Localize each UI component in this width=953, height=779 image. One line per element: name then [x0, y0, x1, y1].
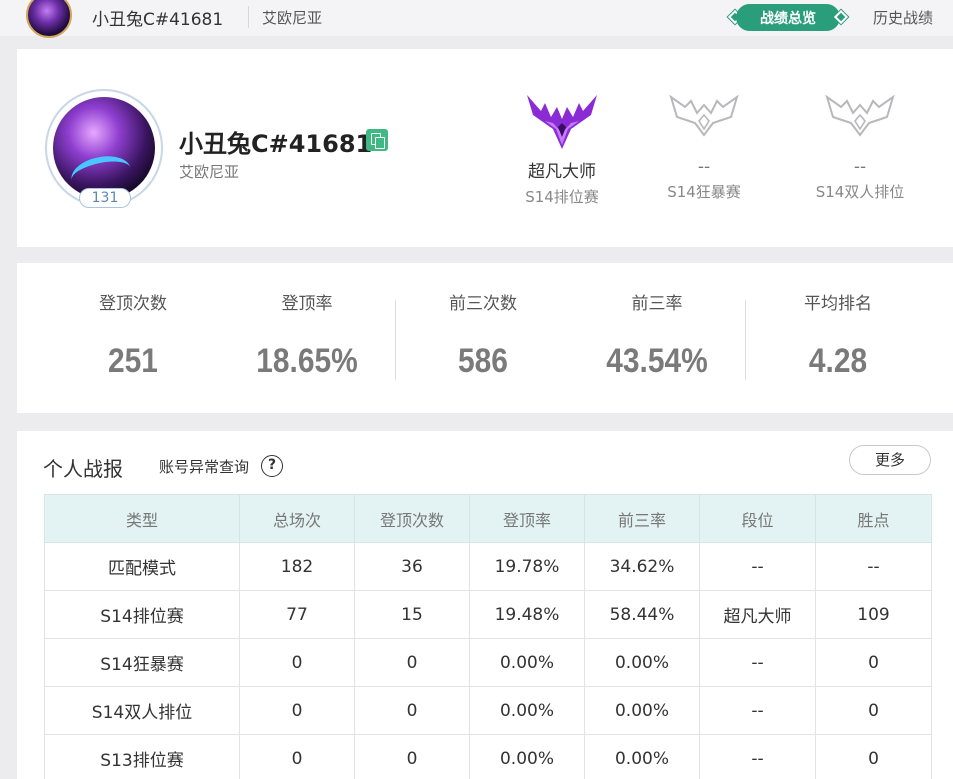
top-region: 艾欧尼亚	[262, 9, 323, 27]
table-cell: 77	[239, 590, 355, 639]
table-row: S13排位赛 0 0 0.00% 0.00% -- 0	[44, 734, 932, 779]
table-cell: --	[699, 686, 816, 735]
report-title: 个人战报	[43, 457, 123, 481]
column-header: 类型	[44, 494, 240, 543]
unranked-wings-icon	[825, 94, 895, 137]
rank-tier: --	[697, 157, 711, 177]
stat-label: 平均排名	[804, 294, 872, 314]
stats-card: 登顶次数 251 登顶率 18.65% 前三次数 586 前三率 43.54% …	[17, 263, 953, 413]
table-cell: 34.62%	[584, 542, 700, 591]
table-header-row: 类型 总场次 登顶次数 登顶率 前三率 段位 胜点	[44, 494, 932, 543]
table-cell: 0	[239, 638, 355, 687]
column-header: 登顶率	[469, 494, 585, 543]
table-cell: 0.00%	[584, 638, 700, 687]
table-cell: --	[699, 542, 816, 591]
profile-card: 131 小丑兔C#41681 艾欧尼亚 超凡大师 S14排位赛 -- S14狂暴…	[17, 49, 953, 247]
rank-duo: -- S14双人排位	[795, 89, 925, 202]
stat-value: 586	[458, 342, 508, 380]
table-cell: 超凡大师	[699, 590, 816, 639]
table-row: 匹配模式 182 36 19.78% 34.62% -- --	[44, 542, 932, 591]
table-cell: --	[699, 734, 816, 779]
report-card: 个人战报 账号异常查询 ? 更多 类型 总场次 登顶次数 登顶率 前三率 段位 …	[17, 431, 953, 779]
table-cell: 0	[239, 734, 355, 779]
column-header: 段位	[699, 494, 816, 543]
table-cell: --	[699, 638, 816, 687]
table-row: S14双人排位 0 0 0.00% 0.00% -- 0	[44, 686, 932, 735]
table-cell: S14双人排位	[44, 686, 240, 735]
table-cell: 匹配模式	[44, 542, 240, 591]
master-wings-icon	[527, 95, 597, 149]
stat-top1-rate: 登顶率 18.65%	[227, 289, 387, 381]
table-cell: 0	[354, 686, 470, 735]
table-cell: 19.48%	[469, 590, 585, 639]
avatar[interactable]	[53, 97, 155, 199]
rank-mode: S14排位赛	[525, 188, 599, 206]
stat-avg-rank: 平均排名 4.28	[758, 289, 918, 381]
level-badge: 131	[79, 188, 131, 208]
table-row: S14狂暴赛 0 0 0.00% 0.00% -- 0	[44, 638, 932, 687]
divider	[395, 300, 396, 380]
table-cell: S13排位赛	[44, 734, 240, 779]
tab-history[interactable]: 历史战绩	[873, 7, 933, 28]
table-cell: 36	[354, 542, 470, 591]
stat-label: 前三次数	[449, 294, 517, 314]
table-cell: 0	[815, 734, 932, 779]
rank-arena: -- S14狂暴赛	[639, 89, 769, 202]
stat-value: 251	[108, 342, 158, 380]
tab-overview[interactable]: 战绩总览	[727, 4, 849, 31]
table-row: S14排位赛 77 15 19.48% 58.44% 超凡大师 109	[44, 590, 932, 639]
table-cell: 109	[815, 590, 932, 639]
column-header: 胜点	[815, 494, 932, 543]
column-header: 前三率	[584, 494, 700, 543]
stat-top1-count: 登顶次数 251	[53, 289, 213, 381]
table-cell: 15	[354, 590, 470, 639]
table-cell: 19.78%	[469, 542, 585, 591]
divider	[745, 300, 746, 380]
rank-ranked: 超凡大师 S14排位赛	[497, 89, 627, 207]
table-cell: 182	[239, 542, 355, 591]
stat-label: 登顶次数	[99, 294, 167, 314]
tab-overview-label: 战绩总览	[760, 11, 816, 27]
rank-tier: --	[853, 157, 867, 177]
divider	[248, 6, 249, 28]
rank-mode: S14狂暴赛	[667, 183, 741, 201]
stat-value: 4.28	[808, 342, 868, 380]
rank-tier: 超凡大师	[528, 162, 596, 182]
report-table: 类型 总场次 登顶次数 登顶率 前三率 段位 胜点 匹配模式 182 36 19…	[44, 494, 932, 779]
table-cell: S14排位赛	[44, 590, 240, 639]
table-cell: 0	[815, 686, 932, 735]
table-cell: 0	[354, 734, 470, 779]
stat-top3-count: 前三次数 586	[403, 289, 563, 381]
stat-value: 18.65%	[256, 342, 358, 380]
table-cell: --	[815, 542, 932, 591]
table-cell: 58.44%	[584, 590, 700, 639]
table-cell: 0	[354, 638, 470, 687]
column-header: 总场次	[239, 494, 355, 543]
player-name: 小丑兔C#41681	[179, 130, 373, 158]
top-player-name: 小丑兔C#41681	[92, 10, 224, 30]
table-cell: 0	[815, 638, 932, 687]
table-cell: 0.00%	[469, 638, 585, 687]
stat-label: 前三率	[631, 294, 683, 314]
avatar-small[interactable]	[26, 0, 72, 38]
player-region: 艾欧尼亚	[179, 163, 240, 181]
stat-value: 43.54%	[606, 342, 708, 380]
table-cell: 0.00%	[469, 734, 585, 779]
top-bar: 小丑兔C#41681 艾欧尼亚 战绩总览 历史战绩	[0, 0, 953, 38]
table-cell: 0.00%	[469, 686, 585, 735]
table-cell: 0	[239, 686, 355, 735]
stat-label: 登顶率	[281, 294, 333, 314]
unranked-wings-icon	[669, 94, 739, 137]
help-icon[interactable]: ?	[261, 455, 283, 477]
rank-mode: S14双人排位	[815, 183, 905, 201]
account-query-link[interactable]: 账号异常查询	[159, 456, 249, 477]
copy-icon[interactable]	[366, 129, 388, 151]
more-button[interactable]: 更多	[849, 445, 931, 475]
table-cell: 0.00%	[584, 686, 700, 735]
table-cell: S14狂暴赛	[44, 638, 240, 687]
stat-top3-rate: 前三率 43.54%	[577, 289, 737, 381]
column-header: 登顶次数	[354, 494, 470, 543]
table-cell: 0.00%	[584, 734, 700, 779]
